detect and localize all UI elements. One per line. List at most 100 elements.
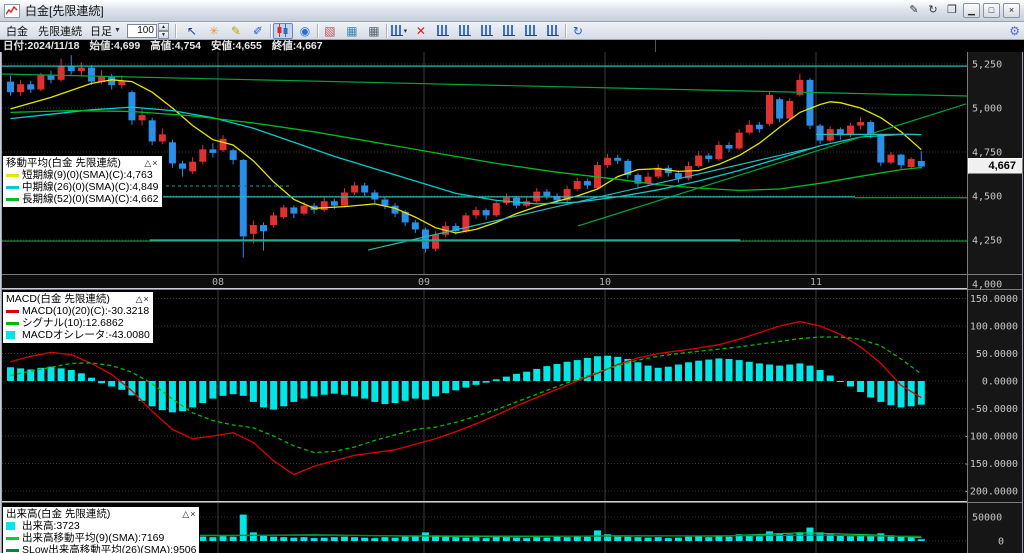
series-label[interactable]: 先限連続 — [36, 23, 84, 39]
spin-up-icon[interactable]: ▲ — [158, 23, 169, 31]
macd-histogram-bar — [381, 381, 388, 404]
info-close: 終値:4,667 — [272, 40, 323, 51]
candle-body — [88, 68, 95, 82]
grid-dark-icon[interactable]: ▦ — [364, 23, 384, 39]
candle-body — [58, 66, 65, 80]
pencil-icon[interactable]: ✎ — [226, 23, 246, 39]
volume-bar — [918, 539, 925, 541]
candle-body — [898, 155, 905, 166]
macd-histogram-bar — [634, 362, 641, 381]
annotate-icon[interactable]: ✎ — [906, 3, 922, 18]
bar-count-input[interactable]: 100 — [127, 24, 157, 38]
candle-body — [574, 181, 581, 189]
volume-bar — [321, 538, 328, 541]
refresh-icon[interactable]: ↻ — [925, 3, 941, 18]
macd-histogram-bar — [68, 370, 75, 381]
grid-icon[interactable]: ▦ — [342, 23, 362, 39]
macd-histogram-bar — [817, 370, 824, 381]
indicator-5-icon[interactable] — [521, 23, 541, 39]
indicator-2-icon[interactable] — [455, 23, 475, 39]
volume-bar — [624, 537, 631, 541]
legend-label: 短期線(9)(0)(SMA)(C):4,763 — [22, 169, 153, 181]
macd-histogram-bar — [736, 360, 743, 381]
candle-body — [331, 201, 338, 205]
title-bar: 白金[先限連続] ✎ ↻ ❒ ▁ □ × — [0, 0, 1024, 22]
indicator-6-icon[interactable] — [543, 23, 563, 39]
legend-label: 出来高:3723 — [22, 520, 80, 532]
macd-histogram-bar — [806, 366, 813, 381]
cursor-icon[interactable]: ↖ — [182, 23, 202, 39]
candle-body — [432, 235, 439, 249]
indicator-menu-icon[interactable]: ▾ — [389, 23, 409, 39]
macd-histogram-bar — [442, 381, 449, 393]
legend-close-icon[interactable]: × — [144, 294, 150, 304]
volume-bar — [412, 536, 419, 541]
x-axis-tick: 11 — [810, 277, 822, 288]
volume-bar — [260, 535, 267, 541]
bar-count-spinner[interactable]: 100 ▲ ▼ — [127, 23, 169, 39]
legend-swatch — [6, 310, 19, 313]
macd-histogram-bar — [209, 381, 216, 399]
candle-body — [371, 192, 378, 199]
new-chart-icon[interactable]: ▧ — [320, 23, 340, 39]
spin-down-icon[interactable]: ▼ — [158, 31, 169, 39]
macd-histogram-bar — [462, 381, 469, 388]
macd-histogram-bar — [311, 381, 318, 396]
candle-body — [240, 160, 247, 237]
ma-legend[interactable]: 移動平均(白金 先限連続) △× 短期線(9)(0)(SMA)(C):4,763… — [2, 155, 163, 208]
candle-body — [918, 161, 925, 167]
macd-axis-label: -200.0000 — [964, 487, 1018, 498]
volume-bar — [523, 538, 530, 541]
timeframe-dropdown[interactable]: 日足 ▼ — [90, 23, 121, 39]
volume-bar — [462, 538, 469, 541]
macd-histogram-bar — [837, 381, 844, 382]
candlestick-mode-icon[interactable] — [273, 23, 293, 39]
macd-histogram-bar — [331, 381, 338, 394]
window-maximize-button[interactable]: □ — [983, 3, 1000, 18]
legend-collapse-icon[interactable]: △ — [182, 509, 190, 519]
settings-wrench-icon[interactable]: ⚙ — [1009, 24, 1020, 38]
cascade-windows-icon[interactable]: ❒ — [944, 3, 960, 18]
legend-close-icon[interactable]: × — [190, 509, 196, 519]
volume-legend[interactable]: 出来高(白金 先限連続) △× 出来高:3723出来高移動平均(9)(SMA):… — [2, 506, 200, 553]
price-axis-label: 4,000 — [972, 280, 1002, 291]
macd-histogram-bar — [270, 381, 277, 410]
histogram-glyph — [459, 25, 471, 36]
legend-swatch — [6, 537, 19, 540]
candle-body — [17, 84, 24, 92]
indicator-3-icon[interactable] — [477, 23, 497, 39]
macd-histogram-bar — [756, 363, 763, 381]
volume-bar — [361, 538, 368, 541]
legend-close-icon[interactable]: × — [152, 158, 158, 168]
ma-legend-title: 移動平均(白金 先限連続) — [6, 157, 121, 169]
remove-indicator-icon[interactable]: ✕ — [411, 23, 431, 39]
chevron-down-icon: ▾ — [404, 27, 408, 35]
symbol-label[interactable]: 白金 — [4, 23, 30, 39]
macd-histogram-bar — [766, 365, 773, 382]
hand-icon[interactable]: ✳ — [204, 23, 224, 39]
candle-body — [149, 120, 156, 141]
volume-legend-title: 出来高(白金 先限連続) — [6, 508, 110, 520]
draw-line-icon[interactable]: ✐ — [248, 23, 268, 39]
macd-histogram-bar — [422, 381, 429, 400]
window-close-button[interactable]: × — [1003, 3, 1020, 18]
candle-body — [786, 101, 793, 119]
macd-histogram-bar — [108, 381, 115, 387]
legend-collapse-icon[interactable]: △ — [136, 294, 144, 304]
volume-bar — [493, 537, 500, 541]
chart-canvas[interactable]: 080910115,2505,0004,7504,5004,2504,00015… — [0, 0, 1024, 553]
indicator-1-icon[interactable] — [433, 23, 453, 39]
price-axis-label: 4,750 — [972, 148, 1002, 159]
candle-body — [128, 92, 135, 120]
macd-legend[interactable]: MACD(白金 先限連続) △× MACD(10)(20)(C):-30.321… — [2, 291, 154, 344]
candle-body — [250, 225, 257, 234]
candle-body — [776, 99, 783, 118]
legend-swatch — [6, 198, 19, 201]
window-minimize-button[interactable]: ▁ — [963, 3, 980, 18]
macd-histogram-bar — [695, 361, 702, 381]
volume-bar — [513, 538, 520, 541]
indicator-4-icon[interactable] — [499, 23, 519, 39]
volume-bar — [209, 537, 216, 541]
compass-icon[interactable]: ◉ — [295, 23, 315, 39]
reload-icon[interactable]: ↻ — [568, 23, 588, 39]
